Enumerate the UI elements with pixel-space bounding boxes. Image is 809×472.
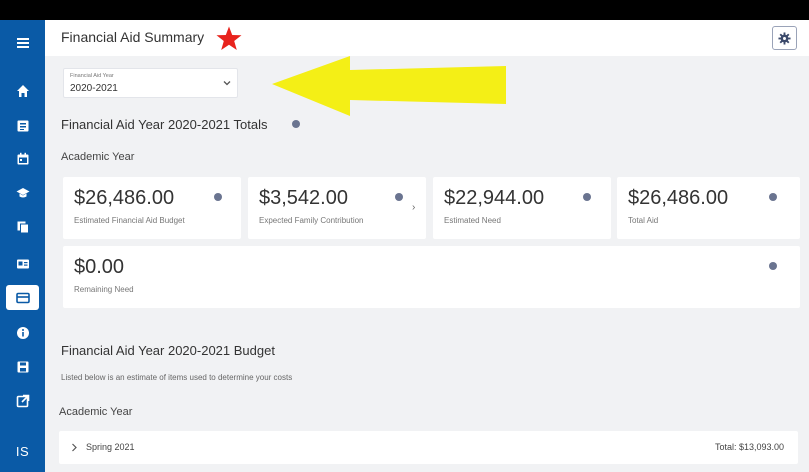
list-icon[interactable] — [13, 116, 32, 135]
menu-icon[interactable] — [13, 33, 32, 52]
settings-button[interactable] — [772, 26, 797, 50]
estimated-financial-aid-budget-card: $26,486.00 Estimated Financial Aid Budge… — [63, 177, 241, 239]
card-amount: $22,944.00 — [444, 187, 545, 209]
expected-family-contribution-card: $3,542.00 Expected Family Contribution — [248, 177, 426, 239]
chevron-right-icon — [72, 443, 77, 452]
info-icon[interactable] — [292, 120, 300, 128]
card-caption: Expected Family Contribution — [259, 216, 364, 225]
caret-indicator: › — [412, 202, 416, 213]
card-caption: Estimated Financial Aid Budget — [74, 216, 185, 225]
card-caption: Estimated Need — [444, 216, 501, 225]
external-link-icon[interactable] — [13, 391, 32, 410]
estimated-need-card: $22,944.00 Estimated Need — [433, 177, 611, 239]
info-icon[interactable] — [769, 193, 777, 201]
card-caption: Total Aid — [628, 216, 659, 225]
documents-icon[interactable] — [13, 217, 32, 236]
chevron-down-icon — [223, 81, 231, 86]
graduation-cap-icon[interactable] — [13, 183, 32, 202]
card-amount: $0.00 — [74, 256, 125, 278]
financial-aid-icon[interactable] — [6, 285, 39, 310]
budget-description: Listed below is an estimate of items use… — [61, 373, 293, 382]
info-icon[interactable] — [395, 193, 403, 201]
totals-heading: Financial Aid Year 2020-2021 Totals — [61, 117, 268, 132]
home-icon[interactable] — [13, 81, 32, 100]
calendar-icon[interactable] — [13, 149, 32, 168]
save-icon[interactable] — [13, 357, 32, 376]
star-icon — [216, 26, 242, 50]
term-total: Total: $13,093.00 — [714, 442, 784, 452]
total-aid-card: $26,486.00 Total Aid — [617, 177, 800, 239]
gear-icon — [778, 31, 791, 45]
card-caption: Remaining Need — [74, 285, 134, 294]
term-row-spring-2021[interactable]: Spring 2021 Total: $13,093.00 — [59, 431, 798, 464]
page-header: Financial Aid Summary — [45, 20, 809, 56]
info-icon[interactable] — [583, 193, 591, 201]
budget-academic-year-label: Academic Year — [59, 406, 133, 418]
academic-year-label: Academic Year — [61, 151, 135, 163]
info-icon[interactable] — [769, 262, 777, 270]
annotation-arrow-icon — [272, 56, 506, 116]
financial-aid-year-select[interactable]: Financial Aid Year 2020-2021 — [63, 68, 238, 98]
card-amount: $3,542.00 — [259, 187, 348, 209]
term-name: Spring 2021 — [86, 442, 135, 452]
year-select-label: Financial Aid Year — [70, 73, 114, 79]
remaining-need-card: $0.00 Remaining Need — [63, 246, 800, 308]
budget-heading: Financial Aid Year 2020-2021 Budget — [61, 343, 275, 358]
top-black-bar — [0, 0, 809, 20]
card-amount: $26,486.00 — [74, 187, 175, 209]
info-icon[interactable] — [13, 323, 32, 342]
info-icon[interactable] — [214, 193, 222, 201]
main-content: Financial Aid Summary Financial Aid Year… — [45, 20, 809, 472]
id-card-icon[interactable] — [13, 254, 32, 273]
card-amount: $26,486.00 — [628, 187, 729, 209]
sidebar: IS — [0, 20, 45, 472]
user-initials-avatar[interactable]: IS — [0, 444, 45, 459]
page-title: Financial Aid Summary — [61, 29, 205, 45]
year-select-value: 2020-2021 — [70, 83, 118, 94]
